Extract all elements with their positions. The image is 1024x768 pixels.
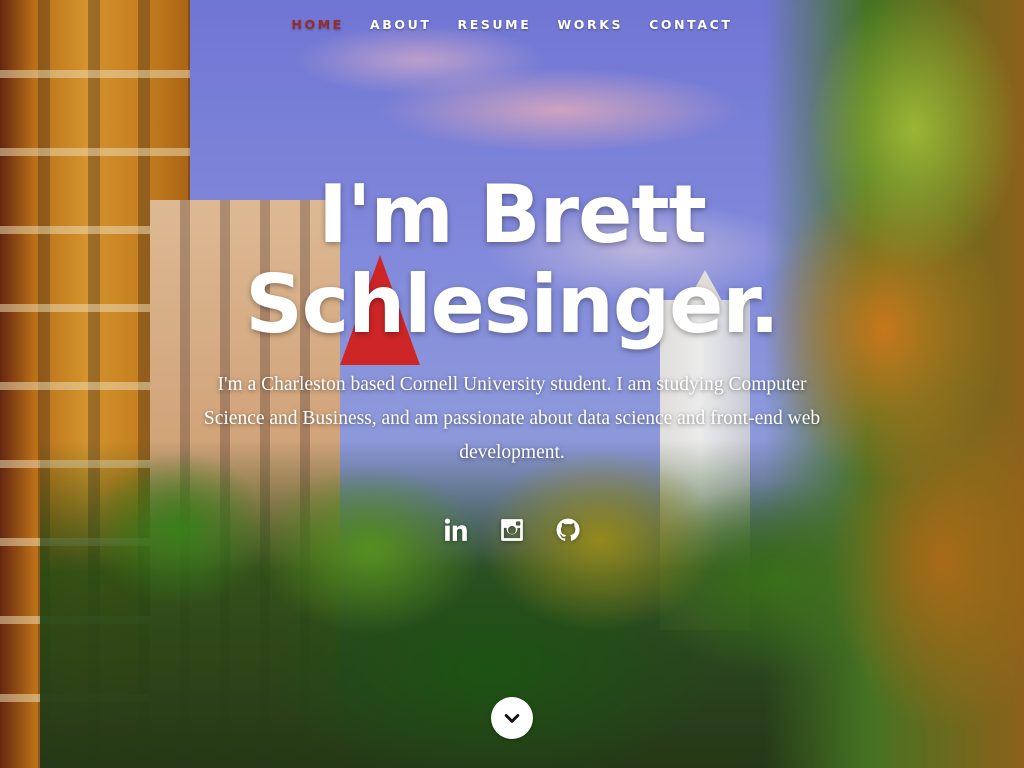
nav-item-home[interactable]: Home	[278, 17, 356, 32]
headline-line-1: I'm Brett	[318, 168, 707, 261]
linkedin-link[interactable]	[443, 512, 469, 548]
github-link[interactable]	[555, 512, 581, 548]
hero-intro-text: I'm a Charleston based Cornell Universit…	[203, 374, 821, 463]
nav-item-about[interactable]: About	[357, 17, 445, 32]
instagram-icon	[501, 519, 523, 541]
nav-item-contact[interactable]: Contact	[636, 17, 745, 32]
hero-headline: I'm Brett Schlesinger.	[0, 170, 1024, 350]
nav-item-resume[interactable]: Resume	[444, 17, 544, 32]
nav-list: Home About Resume Works Contact	[278, 17, 745, 32]
nav-item-works[interactable]: Works	[544, 17, 636, 32]
hero-banner: I'm Brett Schlesinger. I'm a Charleston …	[0, 170, 1024, 470]
chevron-down-icon	[504, 714, 520, 723]
scroll-down-button[interactable]	[491, 697, 533, 739]
instagram-link[interactable]	[499, 512, 525, 548]
github-icon	[556, 518, 580, 541]
social-links	[0, 512, 1024, 548]
main-navigation: Home About Resume Works Contact	[0, 0, 1024, 48]
headline-line-2: Schlesinger.	[245, 258, 780, 351]
linkedin-icon	[444, 518, 467, 541]
